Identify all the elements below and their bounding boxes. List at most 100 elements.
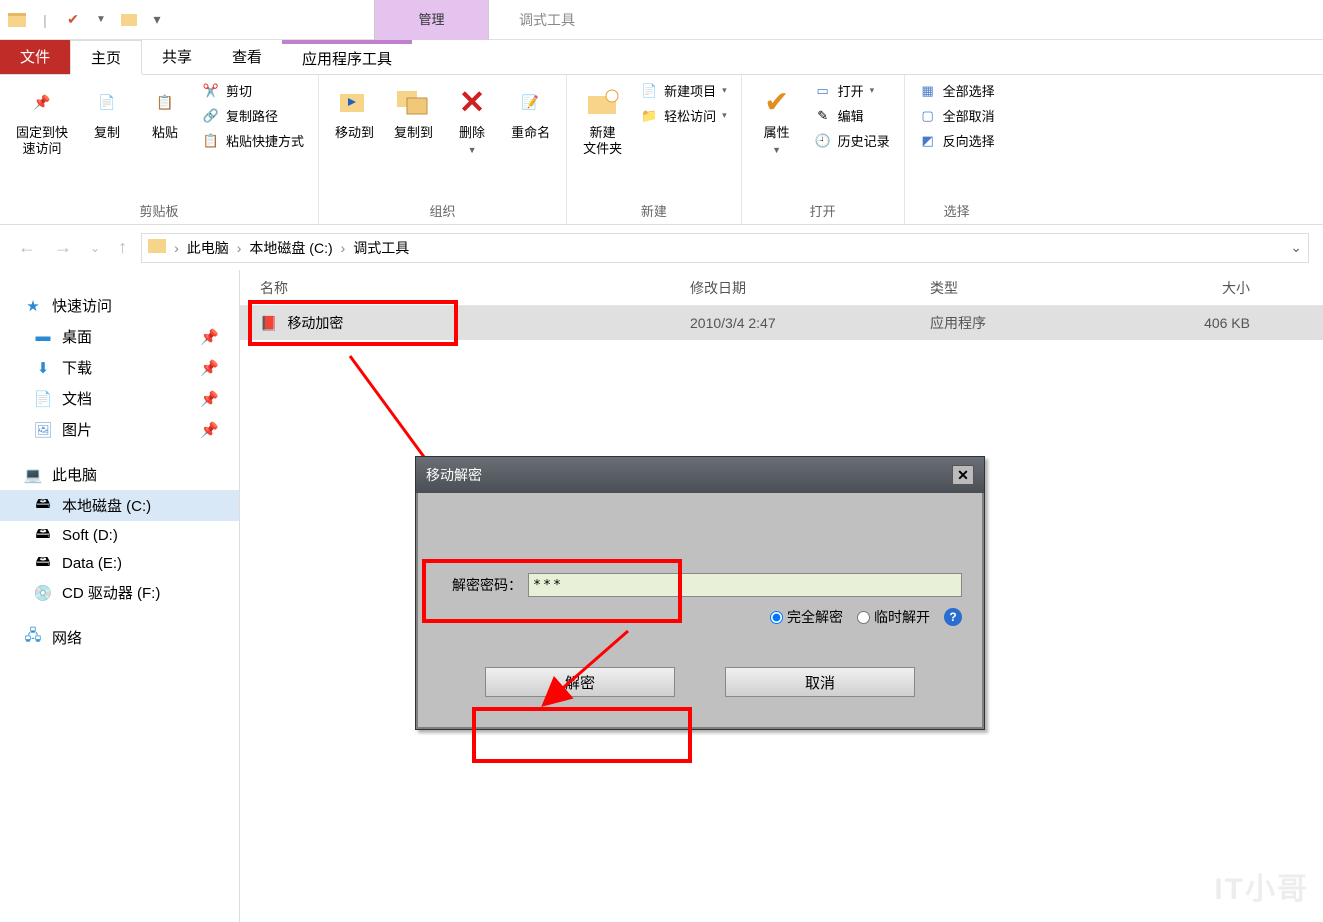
selectall-button[interactable]: ▦全部选择 — [915, 79, 999, 102]
dialog-title: 移动解密 — [426, 465, 482, 485]
chevron-right-icon[interactable]: › — [237, 240, 242, 256]
moveto-button[interactable]: 移动到 — [329, 79, 380, 145]
close-button[interactable]: ✕ — [952, 465, 974, 485]
crumb-drive[interactable]: 本地磁盘 (C:) — [249, 238, 332, 258]
radio-full[interactable]: 完全解密 — [770, 607, 843, 627]
rename-icon: 📝 — [512, 83, 550, 121]
back-button[interactable]: ← — [14, 233, 40, 262]
scissors-icon: ✂️ — [202, 82, 220, 100]
delete-button[interactable]: ✕删除▼ — [447, 79, 497, 159]
paste-icon: 📋 — [146, 83, 184, 121]
sidebar-soft[interactable]: 🖴Soft (D:) — [0, 521, 239, 549]
folder-small-icon[interactable] — [118, 9, 140, 31]
ribbon-tabs: 文件 主页 共享 查看 应用程序工具 — [0, 40, 1323, 75]
file-name: 移动加密 — [287, 313, 343, 333]
open-icon: ▭ — [814, 82, 832, 100]
rename-button[interactable]: 📝重命名 — [505, 79, 556, 145]
file-list: 名称 修改日期 类型 大小 📕移动加密 2010/3/4 2:47 应用程序 4… — [240, 270, 1323, 922]
radio-full-input[interactable] — [770, 611, 783, 624]
qat-dropdown-icon[interactable]: ▾ — [146, 9, 168, 31]
radio-temp-input[interactable] — [857, 611, 870, 624]
chevron-down-icon[interactable]: ▼ — [90, 9, 112, 31]
easyaccess-button[interactable]: 📁轻松访问 ▾ — [636, 104, 731, 127]
sidebar-thispc[interactable]: 💻此电脑 — [0, 459, 239, 490]
address-dropdown[interactable]: ⌄ — [1290, 239, 1302, 256]
copy-icon: 📄 — [88, 83, 126, 121]
copy-button[interactable]: 📄复制 — [82, 79, 132, 145]
selectnone-icon: ▢ — [919, 107, 937, 125]
decrypt-dialog: 移动解密 ✕ 解密密码： 完全解密 临时解开 ? 解密 取消 — [415, 456, 985, 730]
chevron-right-icon[interactable]: › — [341, 240, 346, 256]
open-button[interactable]: ▭打开 ▾ — [810, 79, 894, 102]
file-row[interactable]: 📕移动加密 2010/3/4 2:47 应用程序 406 KB — [240, 306, 1323, 340]
radio-temp[interactable]: 临时解开 — [857, 607, 930, 627]
paste-shortcut-button[interactable]: 📋粘贴快捷方式 — [198, 129, 308, 152]
tab-view[interactable]: 查看 — [212, 40, 282, 74]
col-date[interactable]: 修改日期 — [690, 278, 930, 298]
sidebar-network[interactable]: 🖧网络 — [0, 622, 239, 653]
ribbon: 📌固定到快 速访问 📄复制 📋粘贴 ✂️剪切 🔗复制路径 📋粘贴快捷方式 剪贴板… — [0, 75, 1323, 225]
up-button[interactable]: ↑ — [114, 233, 131, 262]
decrypt-button[interactable]: 解密 — [485, 667, 675, 697]
chevron-down-icon: ▼ — [772, 145, 781, 155]
cut-button[interactable]: ✂️剪切 — [198, 79, 308, 102]
tab-file[interactable]: 文件 — [0, 40, 70, 74]
col-name[interactable]: 名称 — [260, 278, 690, 298]
check-icon[interactable]: ✔ — [62, 9, 84, 31]
pc-icon: 💻 — [24, 466, 42, 484]
document-icon: 📄 — [34, 390, 52, 408]
cd-icon: 💿 — [34, 584, 52, 602]
context-tab-manage[interactable]: 管理 — [374, 0, 489, 40]
sidebar-data[interactable]: 🖴Data (E:) — [0, 549, 239, 577]
selectnone-button[interactable]: ▢全部取消 — [915, 104, 999, 127]
pin-icon: 📌 — [200, 390, 219, 408]
newitem-button[interactable]: 📄新建项目 ▾ — [636, 79, 731, 102]
newfolder-button[interactable]: 新建 文件夹 — [577, 79, 628, 160]
invert-button[interactable]: ◩反向选择 — [915, 129, 999, 152]
tab-home[interactable]: 主页 — [70, 40, 142, 75]
folder-icon — [148, 239, 166, 256]
sidebar-documents[interactable]: 📄文档📌 — [0, 383, 239, 414]
tab-app-tools[interactable]: 应用程序工具 — [282, 40, 412, 74]
password-input[interactable] — [528, 573, 962, 597]
copypath-button[interactable]: 🔗复制路径 — [198, 104, 308, 127]
sidebar-downloads[interactable]: ⬇下载📌 — [0, 352, 239, 383]
crumb-thispc[interactable]: 此电脑 — [187, 238, 229, 258]
recent-dropdown[interactable]: ⌄ — [86, 237, 104, 259]
sidebar-pictures[interactable]: 🖼图片📌 — [0, 414, 239, 445]
copyto-button[interactable]: 复制到 — [388, 79, 439, 145]
sidebar-quick-access[interactable]: ★快速访问 — [0, 290, 239, 321]
pin-button[interactable]: 📌固定到快 速访问 — [10, 79, 74, 160]
folder-icon — [6, 9, 28, 31]
address-bar: ← → ⌄ ↑ › 此电脑 › 本地磁盘 (C:) › 调式工具 ⌄ — [0, 225, 1323, 270]
col-type[interactable]: 类型 — [930, 278, 1130, 298]
main-area: ★快速访问 ▬桌面📌 ⬇下载📌 📄文档📌 🖼图片📌 💻此电脑 🖴本地磁盘 (C:… — [0, 270, 1323, 922]
chevron-down-icon: ▼ — [468, 145, 477, 155]
edit-button[interactable]: ✎编辑 — [810, 104, 894, 127]
sidebar-cd[interactable]: 💿CD 驱动器 (F:) — [0, 577, 239, 608]
breadcrumb[interactable]: › 此电脑 › 本地磁盘 (C:) › 调式工具 ⌄ — [141, 233, 1309, 263]
properties-button[interactable]: ✔属性▼ — [752, 79, 802, 159]
forward-button[interactable]: → — [50, 233, 76, 262]
sidebar-cdrive[interactable]: 🖴本地磁盘 (C:) — [0, 490, 239, 521]
group-label: 打开 — [752, 199, 894, 222]
easyaccess-icon: 📁 — [640, 107, 658, 125]
col-size[interactable]: 大小 — [1130, 278, 1270, 298]
pin-icon: 📌 — [200, 328, 219, 346]
chevron-down-icon: ▾ — [722, 110, 727, 121]
help-icon[interactable]: ? — [944, 608, 962, 626]
sidebar-desktop[interactable]: ▬桌面📌 — [0, 321, 239, 352]
newitem-icon: 📄 — [640, 82, 658, 100]
pin-icon: 📌 — [23, 83, 61, 121]
tab-share[interactable]: 共享 — [142, 40, 212, 74]
watermark: IT小哥 — [1214, 864, 1309, 908]
history-button[interactable]: 🕘历史记录 — [810, 129, 894, 152]
crumb-folder[interactable]: 调式工具 — [353, 238, 409, 258]
chevron-down-icon: ▾ — [870, 85, 875, 96]
pin-icon: 📌 — [200, 421, 219, 439]
dialog-titlebar[interactable]: 移动解密 ✕ — [416, 457, 984, 493]
chevron-right-icon[interactable]: › — [174, 240, 179, 256]
annotation-box — [472, 707, 692, 763]
paste-button[interactable]: 📋粘贴 — [140, 79, 190, 145]
cancel-button[interactable]: 取消 — [725, 667, 915, 697]
